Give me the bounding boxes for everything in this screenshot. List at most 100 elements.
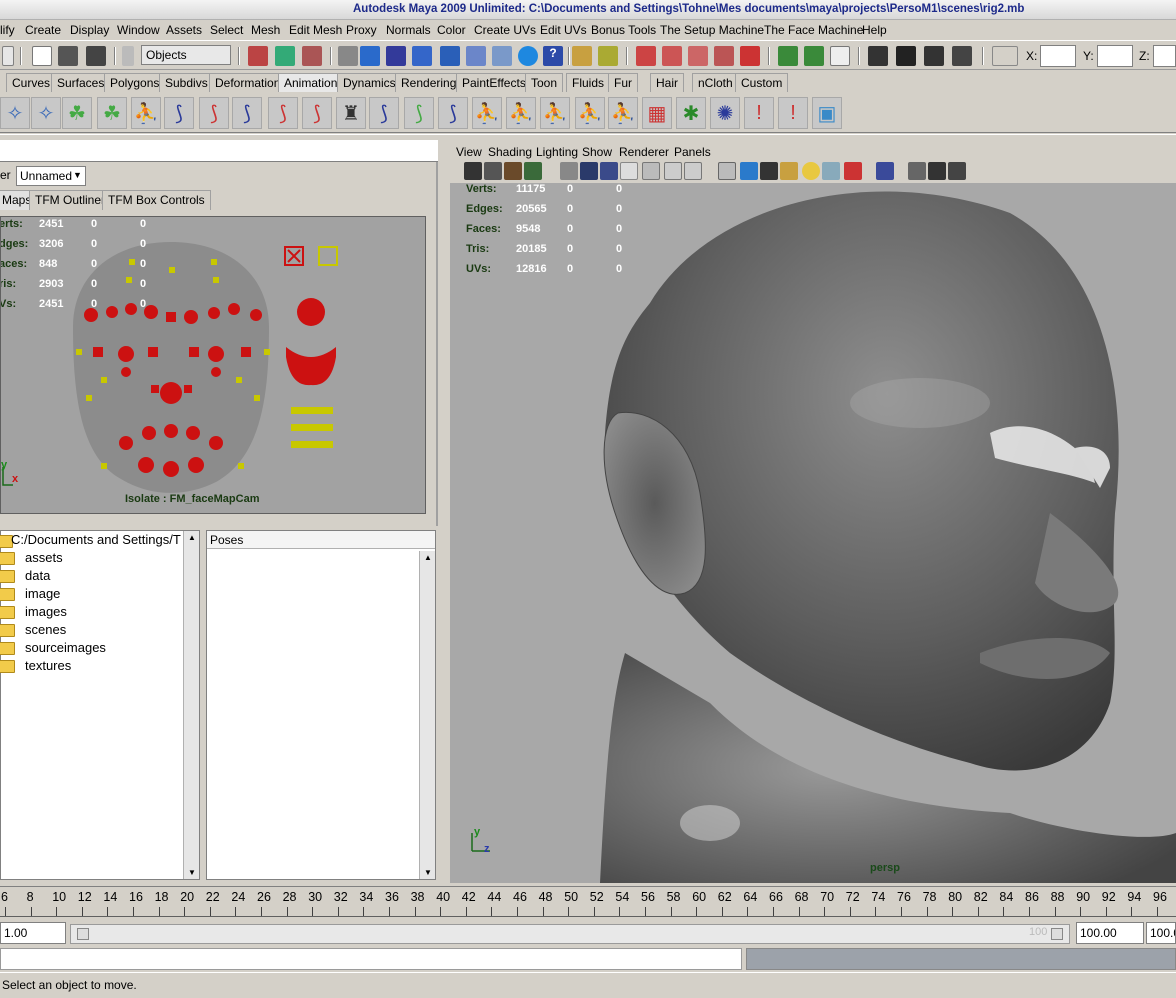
select-rendering-icon[interactable] (518, 46, 538, 66)
range-start-field[interactable]: 1.00 (0, 922, 66, 944)
snap-view-plane-icon[interactable] (714, 46, 734, 66)
character-dropdown[interactable]: Unnamed ▼ (16, 166, 86, 186)
select-misc-icon[interactable]: ? (543, 46, 563, 66)
mask-toggle-icon[interactable] (338, 46, 358, 66)
snap-point-icon[interactable] (688, 46, 708, 66)
shelf-tab-curves[interactable]: Curves (6, 73, 57, 92)
menu-assets[interactable]: Assets (166, 23, 202, 37)
face-map-viewport[interactable]: erts: 2451 0 0 dges: 3206 0 0 aces: 848 … (0, 216, 426, 514)
folder-item-scenes[interactable]: scenes (0, 622, 181, 640)
x-coord-field[interactable] (1040, 45, 1076, 67)
scroll-up-icon[interactable]: ▲ (188, 533, 196, 542)
shelf-tab-animation[interactable]: Animation (278, 73, 344, 92)
locator-icon[interactable]: ✺ (710, 97, 740, 129)
render-view-icon[interactable] (868, 46, 888, 66)
selection-mode-field[interactable]: Objects (141, 45, 231, 65)
save-scene-icon[interactable] (86, 46, 106, 66)
shelf-tab-fluids[interactable]: Fluids (566, 73, 611, 92)
menu-mesh[interactable]: Mesh (251, 23, 280, 37)
folder-item-image[interactable]: image (0, 586, 181, 604)
viewport-menu-renderer[interactable]: Renderer (619, 145, 669, 159)
smooth-shade-icon[interactable] (740, 162, 758, 180)
make-live-icon[interactable] (740, 46, 760, 66)
folder-item-assets[interactable]: assets (0, 550, 181, 568)
viewport-menu-show[interactable]: Show (582, 145, 612, 159)
range-end-field[interactable]: 100.00 (1076, 922, 1144, 944)
wireframe-icon[interactable] (718, 162, 736, 180)
poses-scrollbar[interactable]: ▲ ▼ (419, 551, 435, 879)
rigid-bind-icon[interactable]: ⟆ (369, 97, 399, 129)
shelf-tab-ncloth[interactable]: nCloth (692, 73, 739, 92)
y-coord-field[interactable] (1097, 45, 1133, 67)
mirror-pose-icon[interactable]: ⛹ (506, 97, 536, 129)
file-browser-scrollbar[interactable]: ▲ ▼ (183, 531, 199, 879)
viewport-menu-view[interactable]: View (456, 145, 482, 159)
z-coord-field[interactable] (1153, 45, 1176, 67)
viewport-menu-shading[interactable]: Shading (488, 145, 532, 159)
menu-color[interactable]: Color (437, 23, 466, 37)
sub-character-icon[interactable]: ⛹ (575, 97, 605, 129)
lock-selection-icon[interactable] (572, 46, 592, 66)
textured-icon[interactable] (780, 162, 798, 180)
shelf-tab-fur[interactable]: Fur (608, 73, 638, 92)
select-object-icon[interactable] (275, 46, 295, 66)
select-dynamics-icon[interactable] (492, 46, 512, 66)
select-curves-icon[interactable] (412, 46, 432, 66)
blend-pose-icon[interactable]: ⛹ (608, 97, 638, 129)
tab-tfm-outliner[interactable]: TFM Outliner (29, 190, 112, 210)
menu-face-machine[interactable]: The Face Machine (764, 23, 863, 37)
image-plane-icon[interactable] (524, 162, 542, 180)
isolate-select-icon[interactable] (876, 162, 894, 180)
asterisk-icon[interactable]: ✱ (676, 97, 706, 129)
shelf-tab-rendering[interactable]: Rendering (395, 73, 463, 92)
reset-pose-icon[interactable]: ! (778, 97, 808, 129)
menu-create-uvs[interactable]: Create UVs (474, 23, 536, 37)
new-scene-icon[interactable] (32, 46, 52, 66)
lattice-icon[interactable]: ⟆ (404, 97, 434, 129)
menu-help[interactable]: Help (862, 23, 887, 37)
insert-joint-icon[interactable]: ⟆ (268, 97, 298, 129)
render-settings-icon[interactable] (952, 46, 972, 66)
folder-item-sourceimages[interactable]: sourceimages (0, 640, 181, 658)
shelf-tab-painteffects[interactable]: PaintEffects (456, 73, 532, 92)
output-connections-icon[interactable] (804, 46, 824, 66)
ik-handle-icon[interactable]: ⟆ (199, 97, 229, 129)
camera-attributes-icon[interactable] (484, 162, 502, 180)
open-scene-icon[interactable] (58, 46, 78, 66)
frame-all-icon[interactable] (908, 162, 926, 180)
time-slider[interactable]: 6 8 10 12 14 16 18 20 22 24 26 28 30 32 34 36 38 40 42 44 46… (0, 886, 1176, 922)
face-map-canvas[interactable] (1, 217, 426, 514)
head-model-render[interactable] (450, 183, 1176, 883)
viewport-menu-panels[interactable]: Panels (674, 145, 711, 159)
menu-window[interactable]: Window (117, 23, 160, 37)
character-set-icon[interactable]: ⛹ (540, 97, 570, 129)
select-controls-icon[interactable]: ▣ (812, 97, 842, 129)
menu-modify[interactable]: lify (0, 23, 15, 37)
selection-mode-arrow-icon[interactable] (122, 46, 134, 66)
shelf-tab-custom[interactable]: Custom (735, 73, 789, 92)
resolution-gate-icon[interactable] (600, 162, 618, 180)
frame-selected-icon[interactable] (928, 162, 946, 180)
wireframe-on-shaded-icon[interactable] (760, 162, 778, 180)
shelf-tab-hair[interactable]: Hair (650, 73, 685, 92)
menu-normals[interactable]: Normals (386, 23, 431, 37)
range-slider-end-handle[interactable] (1051, 928, 1063, 940)
menu-bonus-tools[interactable]: Bonus Tools (591, 23, 656, 37)
camera-select-icon[interactable] (464, 162, 482, 180)
hud-toggle-icon[interactable] (948, 162, 966, 180)
safe-title-icon[interactable] (684, 162, 702, 180)
joint-tool-icon[interactable]: ⟆ (164, 97, 194, 129)
select-deformations-icon[interactable] (466, 46, 486, 66)
viewport-menu-lighting[interactable]: Lighting (536, 145, 578, 159)
ipr-render-icon[interactable] (924, 46, 944, 66)
square-control-icon[interactable] (318, 246, 338, 266)
shelf-tab-subdivs[interactable]: Subdivs (159, 73, 214, 92)
folder-item-data[interactable]: data (0, 568, 181, 586)
bookmark-icon[interactable] (504, 162, 522, 180)
tab-tfm-box-controls[interactable]: TFM Box Controls (102, 190, 211, 210)
highlight-selection-icon[interactable] (598, 46, 618, 66)
menu-edit-mesh[interactable]: Edit Mesh (289, 23, 342, 37)
range-slider-start-handle[interactable] (77, 928, 89, 940)
folder-item-textures[interactable]: textures (0, 658, 181, 676)
snap-grid-icon[interactable] (636, 46, 656, 66)
